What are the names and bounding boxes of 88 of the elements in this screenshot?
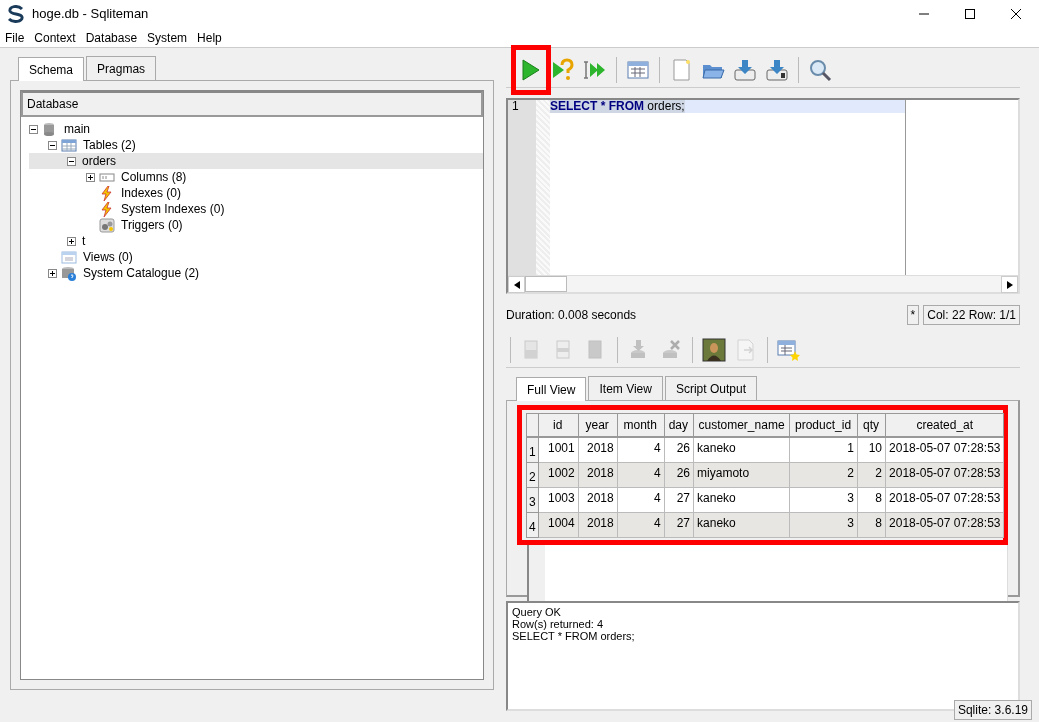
painting-icon [702, 337, 726, 362]
table-cell: 2018 [578, 487, 618, 513]
table-cell: kaneko [693, 512, 790, 538]
views-icon [61, 249, 77, 265]
column-header[interactable]: qty [857, 413, 886, 437]
table-cell: 2018 [578, 437, 618, 463]
window-title: hoge.db - Sqliteman [32, 5, 149, 24]
table-cell: 1001 [538, 437, 579, 463]
table-cell: 27 [664, 487, 694, 513]
table-cell: 4 [617, 437, 665, 463]
collapse-toggle-icon[interactable] [67, 156, 76, 166]
table-cell: 10 [857, 437, 886, 463]
expand-toggle-icon[interactable] [67, 236, 76, 246]
close-icon [1011, 9, 1021, 19]
right-arrow-icon [1006, 280, 1013, 289]
row-number[interactable]: 3 [526, 487, 539, 513]
menu-item[interactable]: Context [29, 28, 81, 47]
column-header[interactable]: year [578, 413, 618, 437]
tab[interactable]: Item View [588, 376, 663, 400]
column-header[interactable]: created_at [885, 413, 1004, 437]
output-line: Row(s) returned: 4 [512, 618, 605, 630]
cursor-position: Col: 22 Row: 1/1 [923, 305, 1020, 325]
duration-label: Duration: 0.008 seconds [506, 307, 637, 324]
triggers-icon [99, 217, 115, 233]
table-cell: 1003 [538, 487, 579, 513]
indexes-icon [99, 185, 115, 201]
left-arrow-icon [513, 280, 520, 289]
sql-editor[interactable]: 1 SELECT * FROM orders; [506, 98, 1020, 294]
table-cell: 26 [664, 437, 694, 463]
download-icon [733, 57, 757, 82]
output-line: Query OK [512, 606, 562, 618]
modified-indicator: * [906, 305, 920, 325]
column-header[interactable]: customer_name [693, 413, 790, 437]
catalogue-icon [61, 265, 77, 281]
tree-item[interactable]: t [80, 232, 88, 250]
search-icon [808, 57, 832, 82]
column-header[interactable]: month [617, 413, 665, 437]
app-logo-icon [6, 5, 26, 23]
indexes-icon [99, 201, 115, 217]
tree-item[interactable]: Columns (8) [119, 168, 189, 186]
download-icon [765, 57, 789, 82]
tree-item[interactable]: Tables (2) [81, 136, 138, 154]
tab[interactable]: Full View [516, 377, 587, 401]
collapse-toggle-icon[interactable] [48, 140, 57, 150]
table-cell: kaneko [693, 487, 790, 513]
output-line: SELECT * FROM orders; [512, 630, 636, 642]
menu-item[interactable]: Help [192, 28, 227, 47]
row-number[interactable]: 2 [526, 462, 539, 488]
tree-item[interactable]: Triggers (0) [119, 216, 185, 234]
grid-star-icon [777, 337, 801, 362]
table-cell: 2018-05-07 07:28:53 [885, 512, 1004, 538]
menu-item[interactable]: File [0, 28, 30, 47]
tree-item[interactable]: System Indexes (0) [119, 200, 227, 218]
horizontal-scrollbar[interactable] [508, 275, 1018, 292]
row-number[interactable]: 1 [526, 437, 539, 463]
column-header[interactable]: product_id [789, 413, 858, 437]
tree-item[interactable]: Views (0) [81, 248, 135, 266]
scrollbar-thumb[interactable] [525, 276, 567, 292]
tab[interactable]: Script Output [664, 376, 757, 400]
table-cell: 2018-05-07 07:28:53 [885, 487, 1004, 513]
collapse-toggle-icon[interactable] [29, 124, 38, 134]
table-cell: 2018-05-07 07:28:53 [885, 462, 1004, 488]
table-cell: 2018-05-07 07:28:53 [885, 437, 1004, 463]
line-number: 1 [512, 100, 520, 113]
table-cell: miyamoto [693, 462, 790, 488]
menu-item[interactable]: System [142, 28, 193, 47]
table-cell: 4 [617, 487, 665, 513]
tab[interactable]: Schema [18, 57, 85, 81]
table-cell: kaneko [693, 437, 790, 463]
status-version: Sqlite: 3.6.19 [953, 700, 1032, 720]
tree-item[interactable]: main [62, 120, 92, 138]
table-cell: 3 [789, 487, 858, 513]
play-question-icon [551, 57, 575, 82]
table-cell: 8 [857, 487, 886, 513]
tables-icon [61, 137, 77, 153]
expand-toggle-icon[interactable] [48, 268, 57, 278]
column-header: Database [21, 91, 483, 117]
menu-item[interactable]: Database [80, 28, 143, 47]
tree-item[interactable]: System Catalogue (2) [81, 264, 202, 282]
column-header[interactable]: day [664, 413, 694, 437]
maximize-icon [965, 9, 975, 19]
corner-header [526, 413, 539, 437]
tree-item[interactable]: Indexes (0) [119, 184, 184, 202]
table-cell: 1 [789, 437, 858, 463]
column-header[interactable]: id [538, 413, 579, 437]
tab[interactable]: Pragmas [86, 56, 157, 80]
row-number[interactable]: 4 [526, 512, 539, 538]
expand-toggle-icon[interactable] [86, 172, 95, 182]
